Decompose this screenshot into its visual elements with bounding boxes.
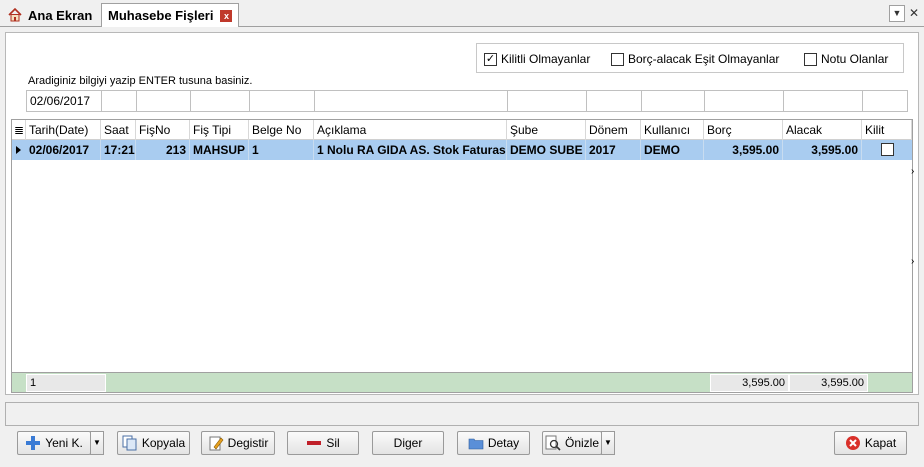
- search-field-fisno[interactable]: [136, 90, 191, 112]
- detay-label: Detay: [487, 436, 520, 450]
- status-bar: [5, 402, 919, 426]
- window-close-icon[interactable]: ✕: [907, 5, 921, 22]
- detay-button[interactable]: Detay: [457, 431, 530, 455]
- tab-muhasebe-fisleri[interactable]: Muhasebe Fişleri x: [101, 3, 239, 27]
- search-field-kilit[interactable]: [862, 90, 908, 112]
- cell-borc: 3,595.00: [704, 140, 783, 160]
- onizle-dropdown-icon[interactable]: ▼: [601, 431, 615, 455]
- col-header-borc[interactable]: Borç: [704, 120, 783, 140]
- col-header-tarih[interactable]: Tarih(Date): [26, 120, 101, 140]
- minus-icon: [307, 441, 322, 445]
- cell-sube: DEMO SUBE: [507, 140, 586, 160]
- tab-bar: Ana Ekran Muhasebe Fişleri x ▼ ✕: [0, 0, 924, 27]
- footer-alacak-total: 3,595.00: [789, 374, 868, 392]
- footer-borc-total: 3,595.00: [710, 374, 789, 392]
- edit-icon: [209, 436, 224, 451]
- yeni-button[interactable]: Yeni K.: [17, 431, 91, 455]
- checkbox-notu[interactable]: [804, 52, 817, 66]
- cell-aciklama: 1 Nolu RA GIDA AS. Stok Faturası: [314, 140, 507, 160]
- tab-home-label: Ana Ekran: [28, 7, 93, 23]
- col-header-kilit[interactable]: Kilit: [862, 120, 912, 140]
- filter-notu-label: Notu Olanlar: [821, 52, 889, 66]
- chevron-right-icon: ›: [911, 166, 915, 177]
- col-header-belgeno[interactable]: Belge No: [249, 120, 314, 140]
- yeni-label: Yeni K.: [45, 436, 83, 450]
- col-header-fistipi[interactable]: Fiş Tipi: [190, 120, 249, 140]
- diger-button[interactable]: Diger: [372, 431, 444, 455]
- side-splitter[interactable]: › ›: [911, 126, 919, 271]
- home-icon: [8, 8, 22, 22]
- kapat-button[interactable]: Kapat: [834, 431, 907, 455]
- degistir-label: Degistir: [227, 436, 269, 450]
- col-header-saat[interactable]: Saat: [101, 120, 136, 140]
- tab-home[interactable]: Ana Ekran: [3, 3, 101, 27]
- cell-fisno: 213: [136, 140, 190, 160]
- search-field-alacak[interactable]: [783, 90, 863, 112]
- cell-saat: 17:21: [101, 140, 136, 160]
- search-field-sube[interactable]: [507, 90, 587, 112]
- close-icon[interactable]: x: [220, 9, 233, 22]
- checkbox-borc-alacak[interactable]: [611, 52, 624, 66]
- cell-kilit: [862, 140, 912, 160]
- cell-alacak: 3,595.00: [783, 140, 862, 160]
- footer-count: 1: [26, 374, 106, 392]
- records-grid: ≣ Tarih(Date) Saat FişNo Fiş Tipi Belge …: [11, 119, 913, 393]
- search-field-donem[interactable]: [586, 90, 642, 112]
- kopyala-label: Kopyala: [141, 436, 186, 450]
- kilit-checkbox[interactable]: [880, 143, 894, 156]
- copy-icon: [122, 435, 137, 451]
- cell-belgeno: 1: [249, 140, 314, 160]
- close-circle-icon: [845, 436, 860, 450]
- plus-icon: [26, 436, 41, 450]
- yeni-dropdown-icon[interactable]: ▼: [90, 431, 104, 455]
- sil-label: Sil: [326, 436, 340, 450]
- search-hint: Aradiginiz bilgiyi yazip ENTER tusuna ba…: [28, 75, 253, 87]
- filter-borc-alacak[interactable]: Borç-alacak Eşit Olmayanlar: [611, 52, 779, 66]
- kopyala-button[interactable]: Kopyala: [117, 431, 190, 455]
- search-field-belgeno[interactable]: [249, 90, 315, 112]
- search-field-fistipi[interactable]: [190, 90, 250, 112]
- cell-kullanici: DEMO: [641, 140, 704, 160]
- grid-footer: 1 3,595.00 3,595.00: [12, 372, 912, 392]
- grid-header: ≣ Tarih(Date) Saat FişNo Fiş Tipi Belge …: [12, 120, 912, 140]
- filter-box: ✓ Kilitli Olmayanlar Borç-alacak Eşit Ol…: [476, 43, 904, 73]
- chevron-right-icon: ›: [911, 256, 915, 267]
- kapat-label: Kapat: [864, 436, 897, 450]
- sil-button[interactable]: Sil: [287, 431, 359, 455]
- main-panel: ✓ Kilitli Olmayanlar Borç-alacak Eşit Ol…: [5, 32, 919, 395]
- col-header-fisno[interactable]: FişNo: [136, 120, 190, 140]
- col-header-aciklama[interactable]: Açıklama: [314, 120, 507, 140]
- search-field-saat[interactable]: [101, 90, 137, 112]
- col-header-sube[interactable]: Şube: [507, 120, 586, 140]
- search-field-borc[interactable]: [704, 90, 784, 112]
- onizle-button[interactable]: Önizle: [542, 431, 602, 455]
- filter-kilitli-label: Kilitli Olmayanlar: [501, 52, 591, 66]
- search-field-aciklama[interactable]: [314, 90, 508, 112]
- row-indicator-icon: [12, 140, 26, 160]
- folder-icon: [468, 438, 484, 450]
- cell-donem: 2017: [586, 140, 641, 160]
- search-field-tarih[interactable]: 02/06/2017: [26, 90, 102, 112]
- filter-kilitli[interactable]: ✓ Kilitli Olmayanlar: [484, 52, 590, 66]
- chevron-down-icon[interactable]: ▼: [889, 5, 905, 22]
- col-header-kullanici[interactable]: Kullanıcı: [641, 120, 704, 140]
- cell-tarih: 02/06/2017: [26, 140, 101, 160]
- column-chooser-icon[interactable]: ≣: [12, 120, 26, 140]
- preview-icon: [545, 435, 561, 451]
- degistir-button[interactable]: Degistir: [201, 431, 275, 455]
- onizle-label: Önizle: [564, 436, 599, 450]
- cell-fistipi: MAHSUP: [190, 140, 249, 160]
- diger-label: Diger: [393, 436, 423, 450]
- col-header-donem[interactable]: Dönem: [586, 120, 641, 140]
- checkbox-kilitli[interactable]: ✓: [484, 52, 497, 66]
- search-field-kullanici[interactable]: [641, 90, 705, 112]
- filter-borc-label: Borç-alacak Eşit Olmayanlar: [628, 52, 780, 66]
- tab-active-label: Muhasebe Fişleri: [108, 8, 214, 23]
- col-header-alacak[interactable]: Alacak: [783, 120, 862, 140]
- table-row[interactable]: 02/06/2017 17:21 213 MAHSUP 1 1 Nolu RA …: [12, 140, 912, 160]
- filter-notu[interactable]: Notu Olanlar: [804, 52, 888, 66]
